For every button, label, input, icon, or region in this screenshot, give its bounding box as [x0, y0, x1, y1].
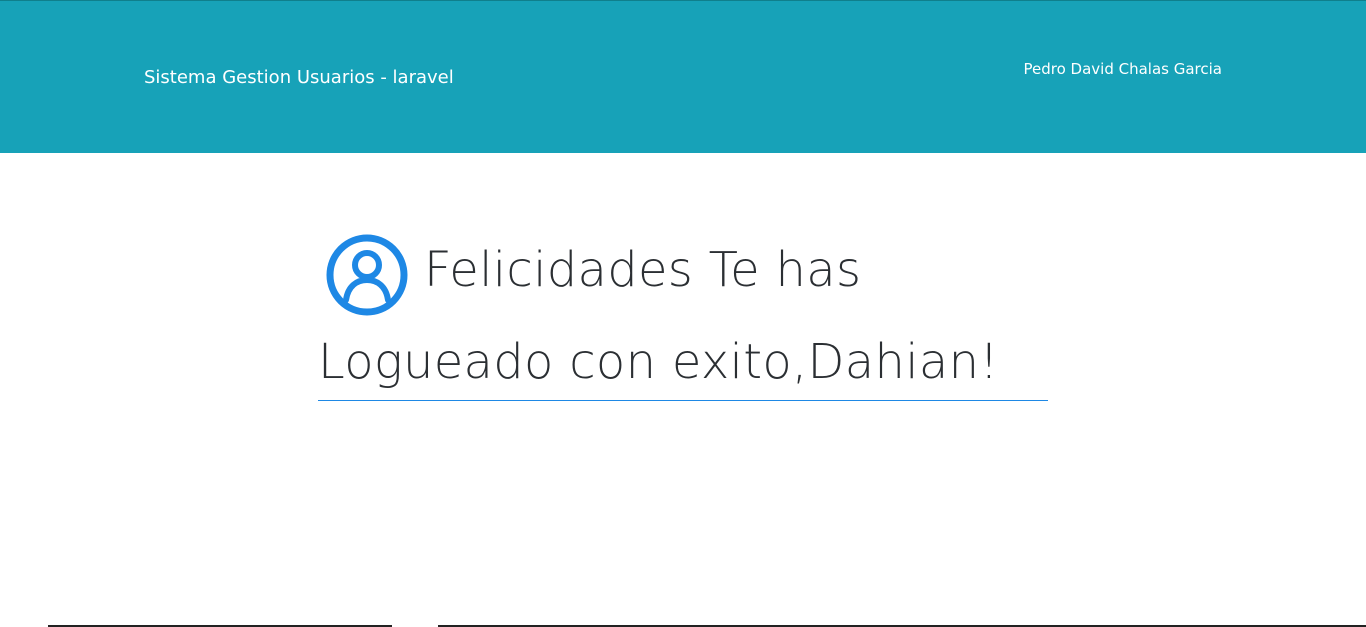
navbar-brand[interactable]: Sistema Gestion Usuarios - laravel — [144, 67, 454, 89]
user-circle-icon — [326, 234, 408, 316]
welcome-line-1: Felicidades Te has — [318, 230, 1048, 320]
navbar-user-name[interactable]: Pedro David Chalas Garcia — [1024, 60, 1223, 78]
welcome-underline — [318, 400, 1048, 401]
welcome-heading-text: Felicidades Te has — [424, 242, 862, 298]
welcome-line-2: Logueado con exito,Dahian! — [318, 334, 999, 390]
navbar: Sistema Gestion Usuarios - laravel Pedro… — [0, 1, 1366, 153]
welcome-message: Felicidades Te has Logueado con exito,Da… — [318, 230, 1048, 392]
